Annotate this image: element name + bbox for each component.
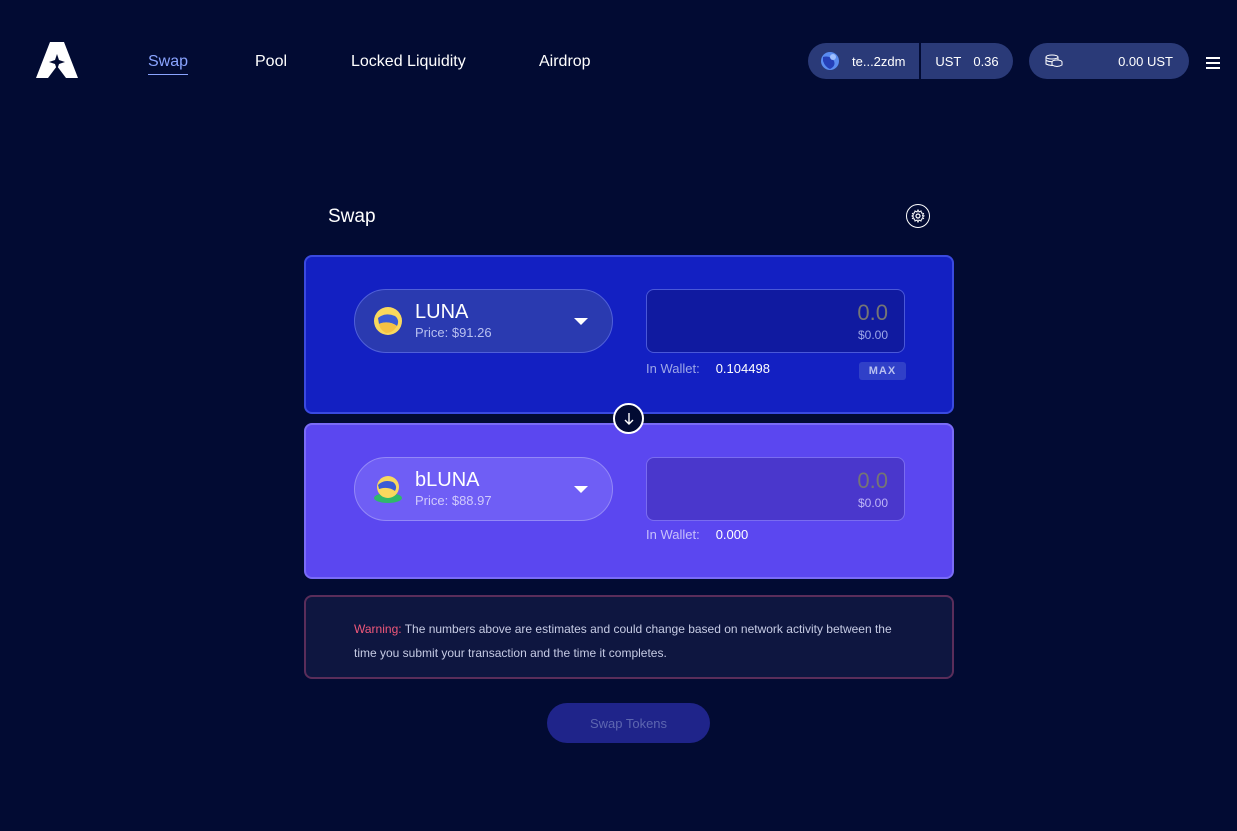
from-amount-input[interactable] [647,300,888,326]
hamburger-menu-icon[interactable] [1206,57,1220,69]
to-wallet-label: In Wallet: [646,527,700,542]
from-wallet-value: 0.104498 [715,361,770,376]
wallet-address: te...2zdm [852,53,906,69]
from-token-price: Price: $91.26 [415,325,492,340]
balance-value: 0.00 UST [1118,53,1173,69]
from-amount-box[interactable]: $0.00 [646,289,905,353]
settings-button[interactable] [906,204,930,228]
swap-title: Swap [328,206,376,227]
gear-icon [911,209,925,223]
balance-pill[interactable]: 0.00 UST [1029,43,1189,79]
warning-box: Warning: The numbers above are estimates… [304,595,954,679]
to-amount-usd: $0.00 [857,496,888,510]
swap-from-card: LUNA Price: $91.26 $0.00 In Wallet: 0.10… [304,255,954,414]
wallet-amount: 0.36 [973,53,999,69]
nav-item-airdrop[interactable]: Airdrop [539,52,591,72]
warning-label: Warning: [354,622,402,636]
from-token-info: LUNA Price: $91.26 [415,301,492,341]
nav-item-locked-liquidity[interactable]: Locked Liquidity [351,52,466,72]
flip-direction-button[interactable] [613,403,644,434]
app-root: Swap Pool Locked Liquidity Airdrop te...… [0,0,1237,831]
chevron-down-icon [574,486,588,493]
wallet-address-button[interactable]: te...2zdm [808,43,921,79]
from-amount-usd: $0.00 [857,328,888,342]
from-wallet-label: In Wallet: [646,361,700,376]
wallet-pill: te...2zdm UST 0.36 [808,43,1013,79]
wallet-ust-balance[interactable]: UST 0.36 [921,43,1013,79]
arrow-down-icon [624,412,633,425]
to-token-info: bLUNA Price: $88.97 [415,469,492,509]
to-token-price: Price: $88.97 [415,493,492,508]
from-token-symbol: LUNA [415,301,469,323]
nav-item-swap[interactable]: Swap [148,52,189,75]
wallet-currency: UST [935,53,962,69]
luna-token-icon [374,307,402,335]
swap-tokens-button[interactable]: Swap Tokens [547,703,710,743]
from-token-select[interactable]: LUNA Price: $91.26 [354,289,613,353]
swap-to-card: bLUNA Price: $88.97 $0.00 In Wallet: 0.0… [304,423,954,579]
logo-icon[interactable] [36,42,78,78]
chevron-down-icon [574,318,588,325]
to-wallet-row: In Wallet: 0.000 [646,527,748,542]
terra-wallet-icon [821,52,839,70]
to-wallet-value: 0.000 [715,527,749,542]
warning-text: The numbers above are estimates and coul… [354,622,892,660]
from-wallet-row: In Wallet: 0.104498 [646,361,770,376]
to-token-select[interactable]: bLUNA Price: $88.97 [354,457,613,521]
bluna-token-icon [374,476,402,503]
nav-item-pool[interactable]: Pool [255,52,287,72]
coins-icon [1045,54,1063,67]
max-button[interactable]: MAX [859,362,906,380]
to-amount-input[interactable] [647,468,888,494]
to-token-symbol: bLUNA [415,469,480,491]
to-amount-box[interactable]: $0.00 [646,457,905,521]
